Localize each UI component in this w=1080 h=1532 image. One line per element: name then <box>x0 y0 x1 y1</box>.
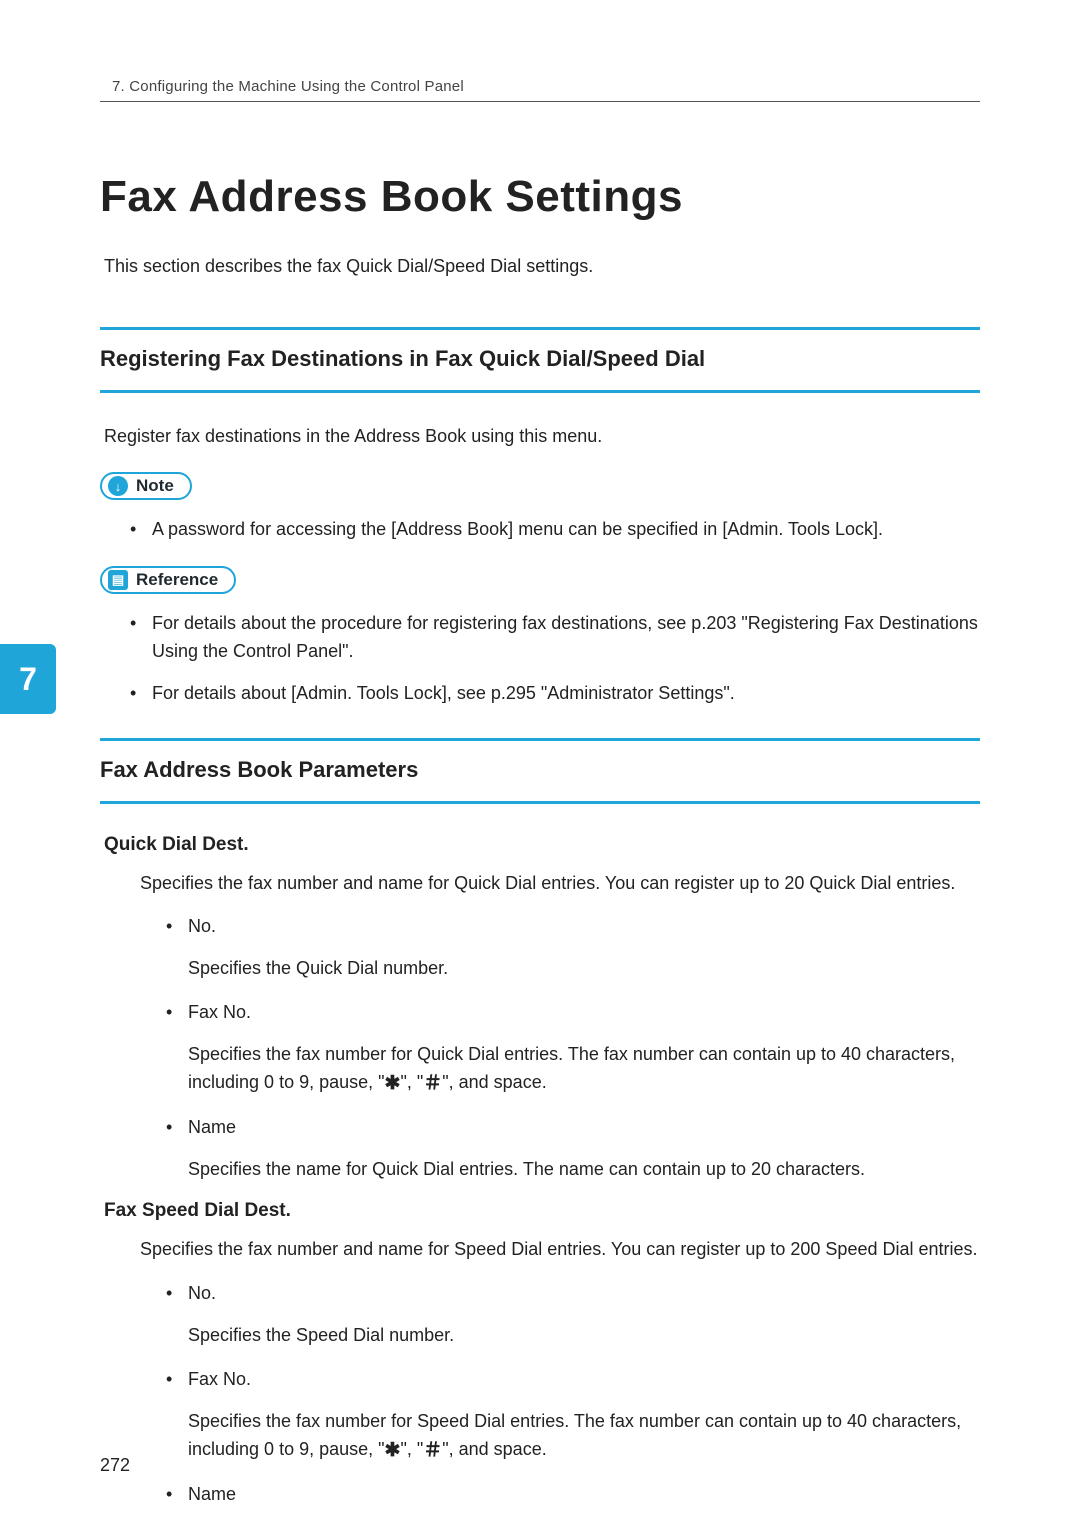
speed-dial-list: No. <box>166 1280 980 1308</box>
reference-callout: ▤ Reference <box>100 566 236 594</box>
text-fragment: Specifies the fax number for Quick Dial … <box>188 1044 955 1092</box>
list-item: A password for accessing the [Address Bo… <box>130 516 980 544</box>
speed-dial-title: Fax Speed Dial Dest. <box>104 1200 980 1222</box>
quick-dial-list: Name <box>166 1114 980 1142</box>
speed-dial-list: Name <box>166 1481 980 1509</box>
text-fragment: ", and space. <box>442 1439 546 1459</box>
accent-line <box>100 327 980 330</box>
section1-body: Register fax destinations in the Address… <box>104 423 980 450</box>
quick-dial-name-desc: Specifies the name for Quick Dial entrie… <box>188 1156 980 1184</box>
reference-label: Reference <box>136 570 218 590</box>
header-rule <box>100 101 980 102</box>
text-fragment: Specifies the fax number for Speed Dial … <box>188 1411 961 1459</box>
speed-dial-no-desc: Specifies the Speed Dial number. <box>188 1322 980 1350</box>
chapter-tab: 7 <box>0 644 56 714</box>
accent-line <box>100 801 980 804</box>
speed-dial-desc: Specifies the fax number and name for Sp… <box>140 1236 980 1264</box>
page-number: 272 <box>100 1455 130 1476</box>
quick-dial-fax-desc: Specifies the fax number for Quick Dial … <box>188 1041 980 1098</box>
note-list: A password for accessing the [Address Bo… <box>130 516 980 544</box>
list-item: No. <box>166 913 980 941</box>
quick-dial-list: No. <box>166 913 980 941</box>
quick-dial-no-desc: Specifies the Quick Dial number. <box>188 955 980 983</box>
section-heading-registering: Registering Fax Destinations in Fax Quic… <box>100 327 980 393</box>
section-title: Registering Fax Destinations in Fax Quic… <box>100 346 980 372</box>
speed-dial-fax-desc: Specifies the fax number for Speed Dial … <box>188 1408 980 1465</box>
intro-text: This section describes the fax Quick Dia… <box>104 256 980 277</box>
star-symbol: ✱ <box>385 1440 401 1461</box>
list-item: Name <box>166 1114 980 1142</box>
document-page: 7. Configuring the Machine Using the Con… <box>0 0 1080 1532</box>
list-item: Name <box>166 1481 980 1509</box>
running-head: 7. Configuring the Machine Using the Con… <box>112 78 980 95</box>
text-fragment: ", " <box>400 1072 423 1092</box>
quick-dial-title: Quick Dial Dest. <box>104 834 980 856</box>
accent-line <box>100 738 980 741</box>
list-item: Fax No. <box>166 999 980 1027</box>
quick-dial-list: Fax No. <box>166 999 980 1027</box>
page-title: Fax Address Book Settings <box>100 172 980 222</box>
text-fragment: ", " <box>400 1439 423 1459</box>
reference-list: For details about the procedure for regi… <box>130 610 980 708</box>
text-fragment: ", and space. <box>442 1072 546 1092</box>
section-title: Fax Address Book Parameters <box>100 757 980 783</box>
section-heading-parameters: Fax Address Book Parameters <box>100 738 980 804</box>
quick-dial-desc: Specifies the fax number and name for Qu… <box>140 870 980 898</box>
hash-symbol: ＃ <box>423 1440 442 1461</box>
speed-dial-list: Fax No. <box>166 1366 980 1394</box>
accent-line <box>100 390 980 393</box>
list-item: For details about the procedure for regi… <box>130 610 980 666</box>
star-symbol: ✱ <box>385 1073 401 1094</box>
note-icon: ↓ <box>108 476 128 496</box>
list-item: Fax No. <box>166 1366 980 1394</box>
list-item: No. <box>166 1280 980 1308</box>
reference-icon: ▤ <box>108 570 128 590</box>
list-item: For details about [Admin. Tools Lock], s… <box>130 680 980 708</box>
note-label: Note <box>136 476 174 496</box>
note-callout: ↓ Note <box>100 472 192 500</box>
hash-symbol: ＃ <box>423 1073 442 1094</box>
